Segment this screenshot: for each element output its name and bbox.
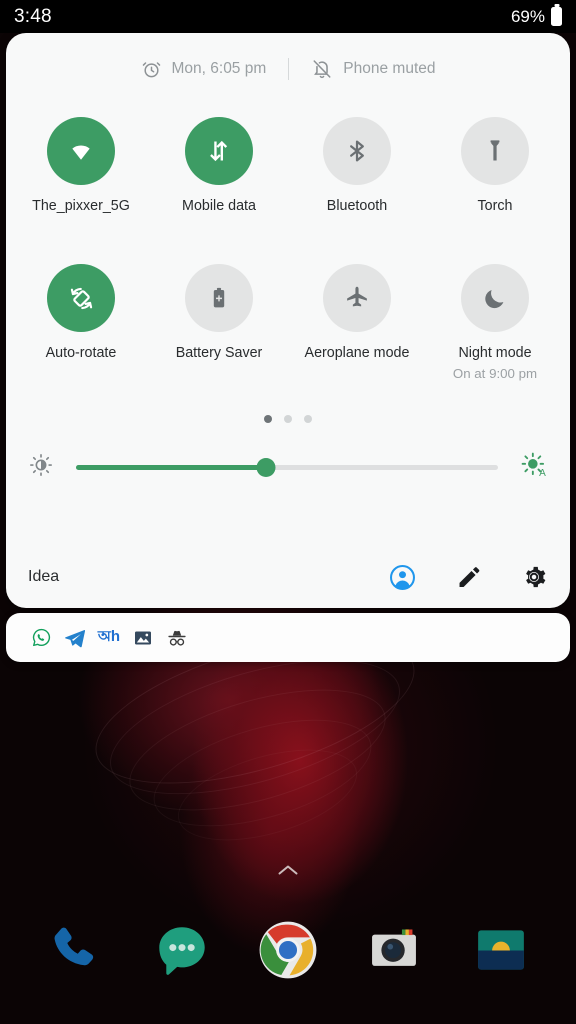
auto-rotate-icon <box>70 287 92 310</box>
battery-percent-label: 69% <box>510 6 545 26</box>
tile-wifi[interactable]: The_pixxer_5G <box>12 109 150 214</box>
alarm-clock-icon <box>141 59 162 80</box>
quick-settings-panel: Mon, 6:05 pm Phone muted The_pixxer_5G M… <box>6 33 570 608</box>
tile-aeroplane-mode[interactable]: Aeroplane mode <box>288 256 426 380</box>
tile-torch-button[interactable] <box>461 117 529 185</box>
moon-icon <box>485 290 504 309</box>
photo-icon[interactable] <box>132 627 154 649</box>
battery-saver-icon <box>213 288 225 308</box>
tile-night-mode-button[interactable] <box>461 264 529 333</box>
footer-actions <box>388 563 548 591</box>
status-bar-right: 69% <box>511 7 562 27</box>
tile-bluetooth-button[interactable] <box>323 117 391 185</box>
camera-icon <box>372 929 417 966</box>
tile-auto-rotate[interactable]: Auto-rotate <box>12 256 150 380</box>
chevron-up-icon <box>278 865 298 875</box>
page-indicator <box>6 414 570 423</box>
dock <box>0 905 576 995</box>
dock-app-phone[interactable] <box>42 917 108 983</box>
tile-battery-saver-label: Battery Saver <box>175 345 263 362</box>
tile-battery-saver-button[interactable] <box>185 264 253 333</box>
ringer-status[interactable]: Phone muted <box>311 58 436 80</box>
airplane-icon <box>347 287 367 307</box>
tile-row: The_pixxer_5G Mobile data Bluetooth Torc… <box>12 109 564 214</box>
dock-app-messages[interactable] <box>149 917 215 983</box>
quick-settings-header: Mon, 6:05 pm Phone muted <box>6 33 570 105</box>
landscape-app-icon <box>477 930 524 970</box>
ringer-text: Phone muted <box>343 60 436 77</box>
script-text-glyph: অh <box>97 628 121 645</box>
dock-app-camera[interactable] <box>361 917 427 983</box>
tile-mobile-data-button[interactable] <box>185 117 253 185</box>
user-avatar-icon[interactable] <box>388 563 416 591</box>
script-text-icon[interactable]: অh <box>98 627 120 649</box>
tile-aeroplane-mode-label: Aeroplane mode <box>304 345 410 362</box>
tile-night-mode[interactable]: Night mode On at 9:00 pm <box>426 256 564 381</box>
brightness-slider-fill <box>76 464 266 470</box>
brightness-slider-thumb[interactable] <box>256 457 276 477</box>
tile-aeroplane-mode-button[interactable] <box>323 264 391 333</box>
messages-icon <box>158 927 205 975</box>
chrome-icon <box>259 921 317 979</box>
bell-off-icon <box>311 58 333 80</box>
tile-night-mode-sublabel: On at 9:00 pm <box>452 365 538 381</box>
tile-auto-rotate-label: Auto-rotate <box>45 345 117 362</box>
wifi-icon <box>72 145 90 160</box>
whatsapp-icon[interactable] <box>30 627 52 649</box>
tile-mobile-data-label: Mobile data <box>182 198 256 214</box>
tile-wifi-label: The_pixxer_5G <box>32 198 130 214</box>
tile-mobile-data[interactable]: Mobile data <box>150 109 288 214</box>
phone-icon <box>54 927 94 966</box>
tile-auto-rotate-button[interactable] <box>47 264 115 333</box>
incognito-icon[interactable] <box>166 627 188 649</box>
tile-battery-saver[interactable]: Battery Saver <box>150 256 288 380</box>
notification-shelf[interactable]: অh <box>6 613 570 662</box>
brightness-slider[interactable] <box>76 457 498 477</box>
tile-wifi-button[interactable] <box>47 117 115 185</box>
tile-torch-label: Torch <box>477 198 513 214</box>
brightness-auto-icon[interactable]: A <box>520 451 548 484</box>
tile-row: Auto-rotate Battery Saver Aeroplane mode… <box>12 256 564 381</box>
page-dot-3[interactable] <box>304 414 312 423</box>
alarm-status[interactable]: Mon, 6:05 pm <box>141 59 267 80</box>
battery-icon <box>551 7 562 26</box>
flashlight-icon <box>490 140 500 161</box>
tile-bluetooth[interactable]: Bluetooth <box>288 109 426 214</box>
dock-app-gallery[interactable] <box>468 917 534 983</box>
status-bar: 3:48 69% <box>0 0 576 33</box>
page-dot-1[interactable] <box>264 414 272 423</box>
tile-grid: The_pixxer_5G Mobile data Bluetooth Torc… <box>6 105 570 381</box>
tile-night-mode-label: Night mode <box>458 345 532 362</box>
alarm-text: Mon, 6:05 pm <box>171 60 267 77</box>
status-clock: 3:48 <box>14 5 52 27</box>
brightness-row: A <box>6 451 570 484</box>
svg-text:A: A <box>539 468 546 479</box>
app-drawer-handle[interactable] <box>273 860 303 880</box>
dock-app-chrome[interactable] <box>255 917 321 983</box>
header-divider <box>288 58 290 80</box>
pencil-icon[interactable] <box>454 563 482 591</box>
tile-bluetooth-label: Bluetooth <box>326 198 388 214</box>
brightness-low-icon <box>28 452 54 483</box>
page-dot-2[interactable] <box>284 414 292 423</box>
mobile-data-icon <box>210 140 228 162</box>
quick-settings-footer: Idea <box>6 546 570 608</box>
bluetooth-icon <box>350 140 364 162</box>
telegram-icon[interactable] <box>64 627 86 649</box>
tile-torch[interactable]: Torch <box>426 109 564 214</box>
phone-screen: 3:48 69% Mon, 6:05 pm Phone muted The_pi… <box>0 0 576 1024</box>
gear-icon[interactable] <box>520 563 548 591</box>
carrier-label: Idea <box>28 568 60 585</box>
